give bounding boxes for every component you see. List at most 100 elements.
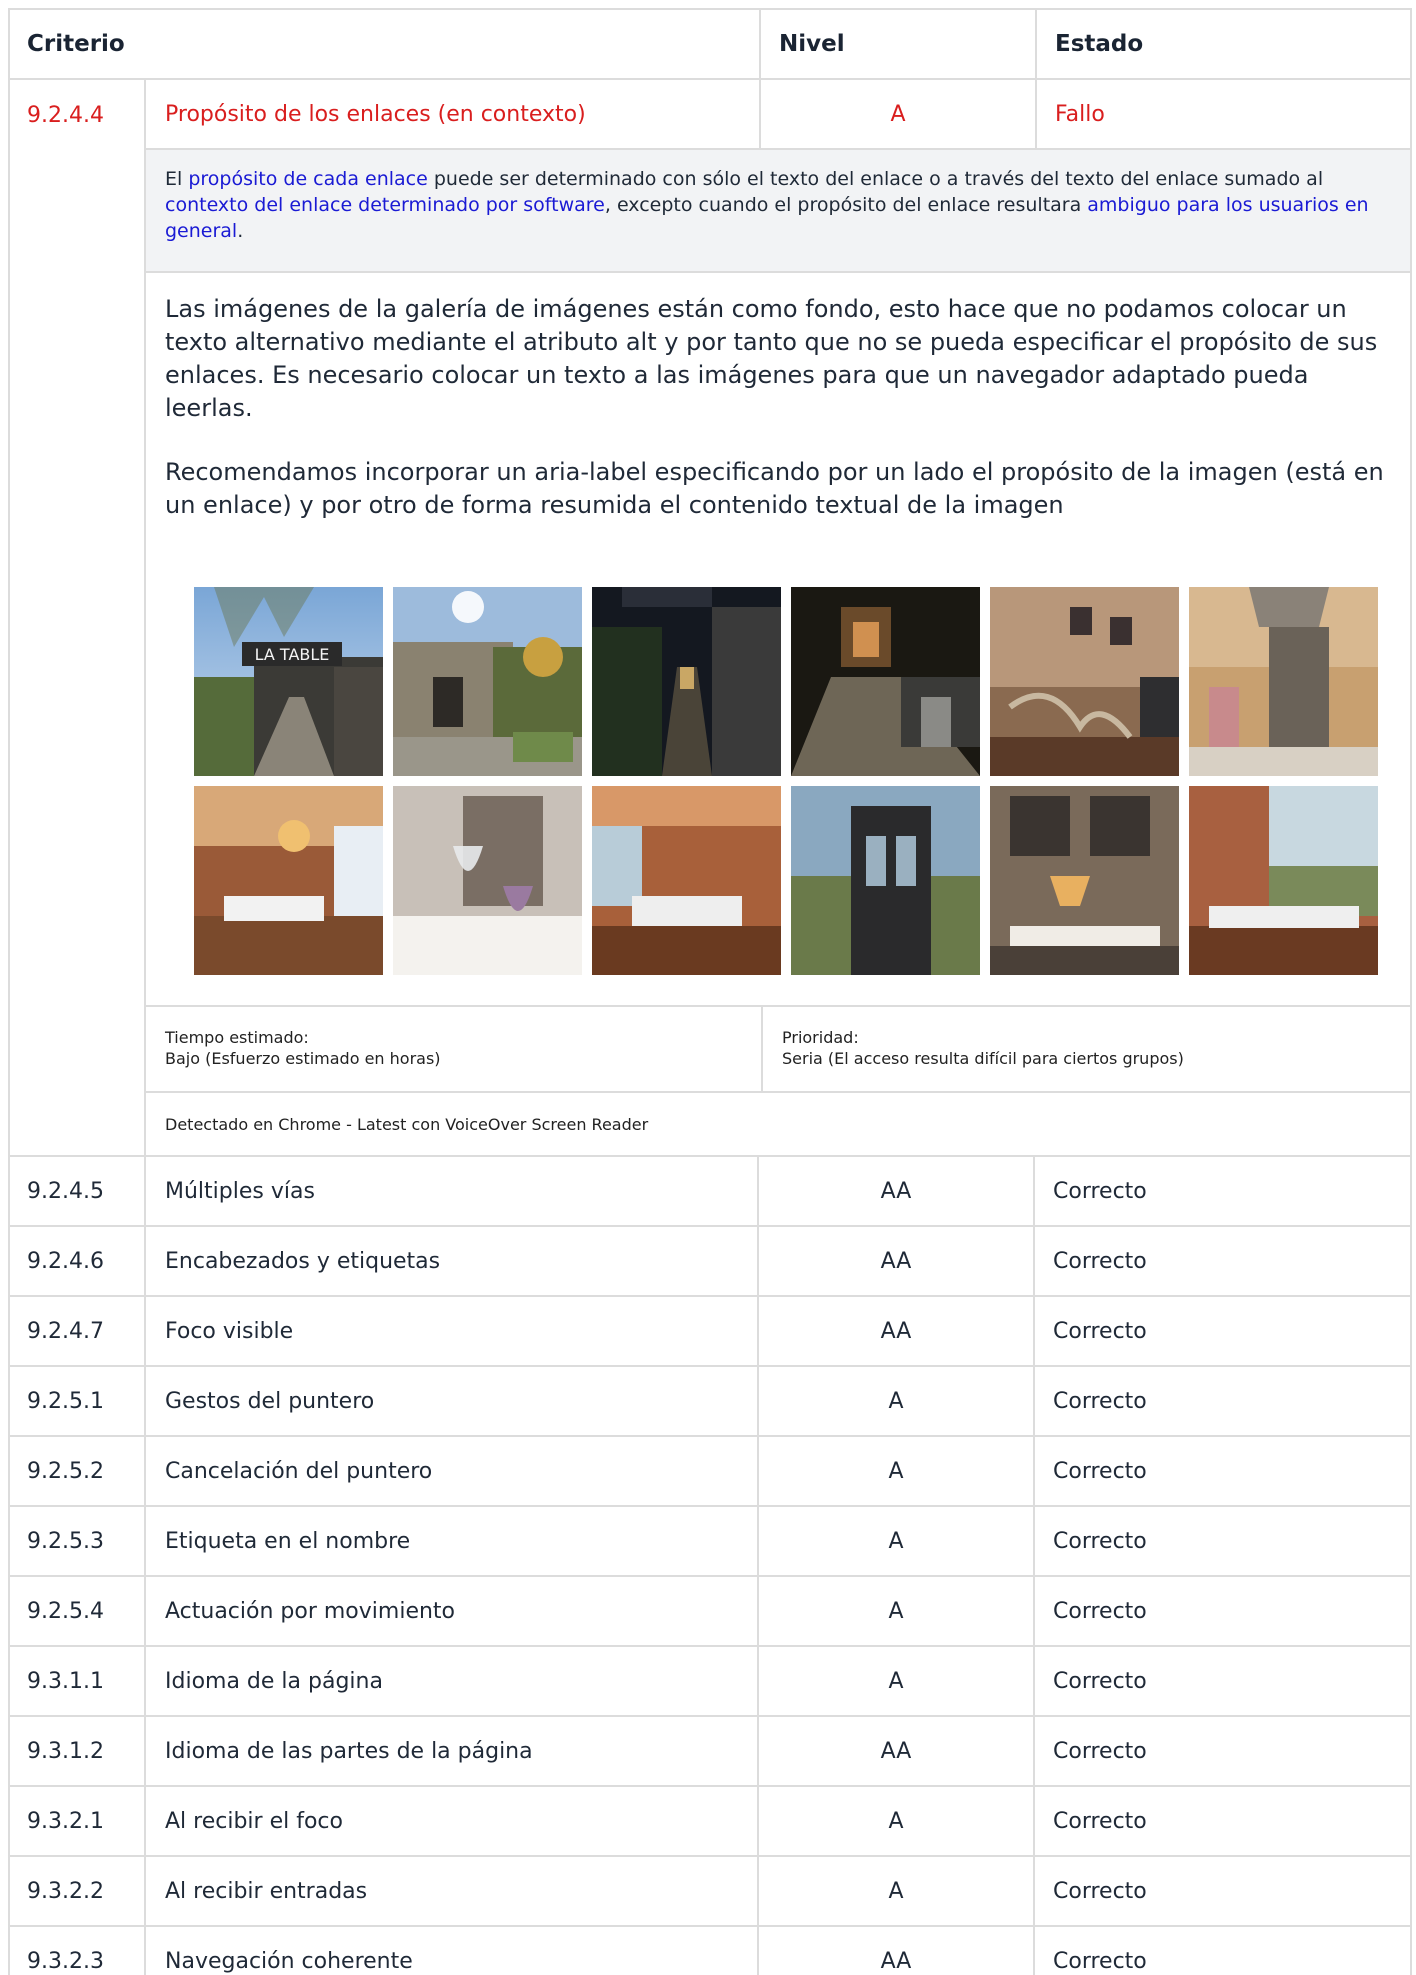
criterion-state: Correcto <box>1033 1857 1410 1925</box>
criteria-rows: 9.2.4.5 Múltiples vías AA Correcto 9.2.4.6 En… <box>10 1157 1410 1975</box>
criterion-state: Correcto <box>1033 1507 1410 1575</box>
failed-criterion: 9.2.4.4 Propósito de los enlaces (en con… <box>10 80 1410 1157</box>
gallery-image-dining-room-1[interactable] <box>194 786 383 975</box>
description-paragraph-1: Las imágenes de la galería de imágenes e… <box>165 295 1378 422</box>
failed-name: Propósito de los enlaces (en contexto) <box>165 101 586 127</box>
gallery-image-night-terrace[interactable] <box>791 587 980 776</box>
criterion-level: AA <box>757 1717 1033 1785</box>
criterion-state: Correcto <box>1033 1717 1410 1785</box>
criterion-code: 9.2.5.1 <box>27 1388 104 1414</box>
criterion-level: A <box>757 1647 1033 1715</box>
criterion-name: Etiqueta en el nombre <box>144 1507 757 1575</box>
criterion-level: A <box>757 1577 1033 1645</box>
criterion-level: AA <box>757 1157 1033 1225</box>
criterion-level: AA <box>757 1297 1033 1365</box>
table-row: 9.3.2.3 Navegación coherente AA Correcto <box>10 1927 1410 1975</box>
criterion-state: Correcto <box>1033 1157 1410 1225</box>
table-row: 9.3.1.2 Idioma de las partes de la página… <box>10 1717 1410 1787</box>
priority-label: Prioridad: <box>782 1028 859 1047</box>
criterion-code: 9.2.5.2 <box>27 1458 104 1484</box>
criterion-code: 9.3.2.3 <box>27 1948 104 1974</box>
criterion-state: Correcto <box>1033 1577 1410 1645</box>
criterion-name: Al recibir entradas <box>144 1857 757 1925</box>
gallery-row-2 <box>194 786 1380 975</box>
header-criterio: Criterio <box>27 31 125 57</box>
failed-detail: Propósito de los enlaces (en contexto) A… <box>144 80 1410 1155</box>
issue-description: Las imágenes de la galería de imágenes e… <box>146 273 1410 522</box>
gallery-image-lamp-table[interactable] <box>990 786 1179 975</box>
gallery-image-wine-glasses[interactable] <box>393 786 582 975</box>
gallery-image-terrace-flowers[interactable] <box>393 587 582 776</box>
table-row: 9.2.5.4 Actuación por movimiento A Correcto <box>10 1577 1410 1647</box>
criterion-name: Idioma de las partes de la página <box>144 1717 757 1785</box>
criterion-name: Al recibir el foco <box>144 1787 757 1855</box>
criterion-level: A <box>757 1437 1033 1505</box>
def-text-2: puede ser determinado con sólo el texto … <box>427 168 1324 190</box>
link-proposito[interactable]: propósito de cada enlace <box>188 168 427 190</box>
criterion-name: Gestos del puntero <box>144 1367 757 1435</box>
criterion-level: A <box>757 1787 1033 1855</box>
failed-code: 9.2.4.4 <box>27 102 104 128</box>
gallery-image-dining-room-3[interactable] <box>1189 786 1378 975</box>
priority-value: Seria (El acceso resulta difícil para ci… <box>782 1049 1184 1068</box>
table-row: 9.2.5.1 Gestos del puntero A Correcto <box>10 1367 1410 1437</box>
svg-text:LA TABLE: LA TABLE <box>255 645 330 664</box>
table-row: 9.2.4.7 Foco visible AA Correcto <box>10 1297 1410 1367</box>
criterion-state: Correcto <box>1033 1927 1410 1975</box>
header-nivel: Nivel <box>759 10 1035 78</box>
criterion-code: 9.2.4.7 <box>27 1318 104 1344</box>
time-estimate: Tiempo estimado: Bajo (Esfuerzo estimado… <box>146 1007 761 1091</box>
detected-in: Detectado en Chrome - Latest con VoiceOv… <box>165 1115 649 1134</box>
table-row: 9.3.2.2 Al recibir entradas A Correcto <box>10 1857 1410 1927</box>
criterion-level: A <box>757 1507 1033 1575</box>
criterion-name: Encabezados y etiquetas <box>144 1227 757 1295</box>
criterion-state: Correcto <box>1033 1647 1410 1715</box>
def-text-4: . <box>237 220 244 242</box>
criterion-name: Actuación por movimiento <box>144 1577 757 1645</box>
failed-row: Propósito de los enlaces (en contexto) A… <box>146 80 1410 150</box>
gallery-image-lamp-menu[interactable] <box>1189 587 1378 776</box>
header-estado: Estado <box>1035 10 1410 78</box>
criterion-code: 9.3.1.1 <box>27 1668 104 1694</box>
criterion-code: 9.3.2.1 <box>27 1808 104 1834</box>
time-label: Tiempo estimado: <box>165 1028 309 1047</box>
criterion-level: A <box>757 1857 1033 1925</box>
gallery-row-1: LA TABLE <box>194 587 1380 776</box>
criterion-name: Idioma de la página <box>144 1647 757 1715</box>
table-row: 9.3.2.1 Al recibir el foco A Correcto <box>10 1787 1410 1857</box>
criterion-code: 9.3.1.2 <box>27 1738 104 1764</box>
image-gallery: LA TABLE <box>146 522 1410 1007</box>
criterion-state: Correcto <box>1033 1367 1410 1435</box>
table-header: Criterio Nivel Estado <box>10 10 1410 80</box>
table-row: 9.3.1.1 Idioma de la página A Correcto <box>10 1647 1410 1717</box>
gallery-image-entrance-sign[interactable]: LA TABLE <box>194 587 383 776</box>
gallery-image-dining-room-2[interactable] <box>592 786 781 975</box>
criterion-state: Correcto <box>1033 1227 1410 1295</box>
estimation-row: Tiempo estimado: Bajo (Esfuerzo estimado… <box>146 1007 1410 1093</box>
table-row: 9.2.5.2 Cancelación del puntero A Correcto <box>10 1437 1410 1507</box>
table-row: 9.2.4.5 Múltiples vías AA Correcto <box>10 1157 1410 1227</box>
criterion-state: Correcto <box>1033 1437 1410 1505</box>
failed-state: Fallo <box>1035 80 1410 148</box>
criterion-code: 9.2.4.5 <box>27 1178 104 1204</box>
criterion-code: 9.2.4.6 <box>27 1248 104 1274</box>
criterion-code: 9.3.2.2 <box>27 1878 104 1904</box>
priority: Prioridad: Seria (El acceso resulta difí… <box>761 1007 1410 1091</box>
criterion-level: A <box>757 1367 1033 1435</box>
def-text-3: , excepto cuando el propósito del enlace… <box>604 194 1088 216</box>
criterion-state: Correcto <box>1033 1297 1410 1365</box>
criterion-definition: El propósito de cada enlace puede ser de… <box>146 150 1410 273</box>
gallery-image-window-view[interactable] <box>791 786 980 975</box>
criterion-state: Correcto <box>1033 1787 1410 1855</box>
criterion-level: AA <box>757 1227 1033 1295</box>
criteria-table: Criterio Nivel Estado 9.2.4.4 Propósito … <box>8 8 1412 1975</box>
failed-code-column: 9.2.4.4 <box>10 80 144 1155</box>
link-contexto[interactable]: contexto del enlace determinado por soft… <box>165 194 605 216</box>
criterion-level: AA <box>757 1927 1033 1975</box>
criterion-name: Foco visible <box>144 1297 757 1365</box>
criterion-name: Navegación coherente <box>144 1927 757 1975</box>
criterion-name: Múltiples vías <box>144 1157 757 1225</box>
gallery-image-dining-decor[interactable] <box>990 587 1179 776</box>
criterion-code: 9.2.5.4 <box>27 1598 104 1624</box>
gallery-image-night-path[interactable] <box>592 587 781 776</box>
